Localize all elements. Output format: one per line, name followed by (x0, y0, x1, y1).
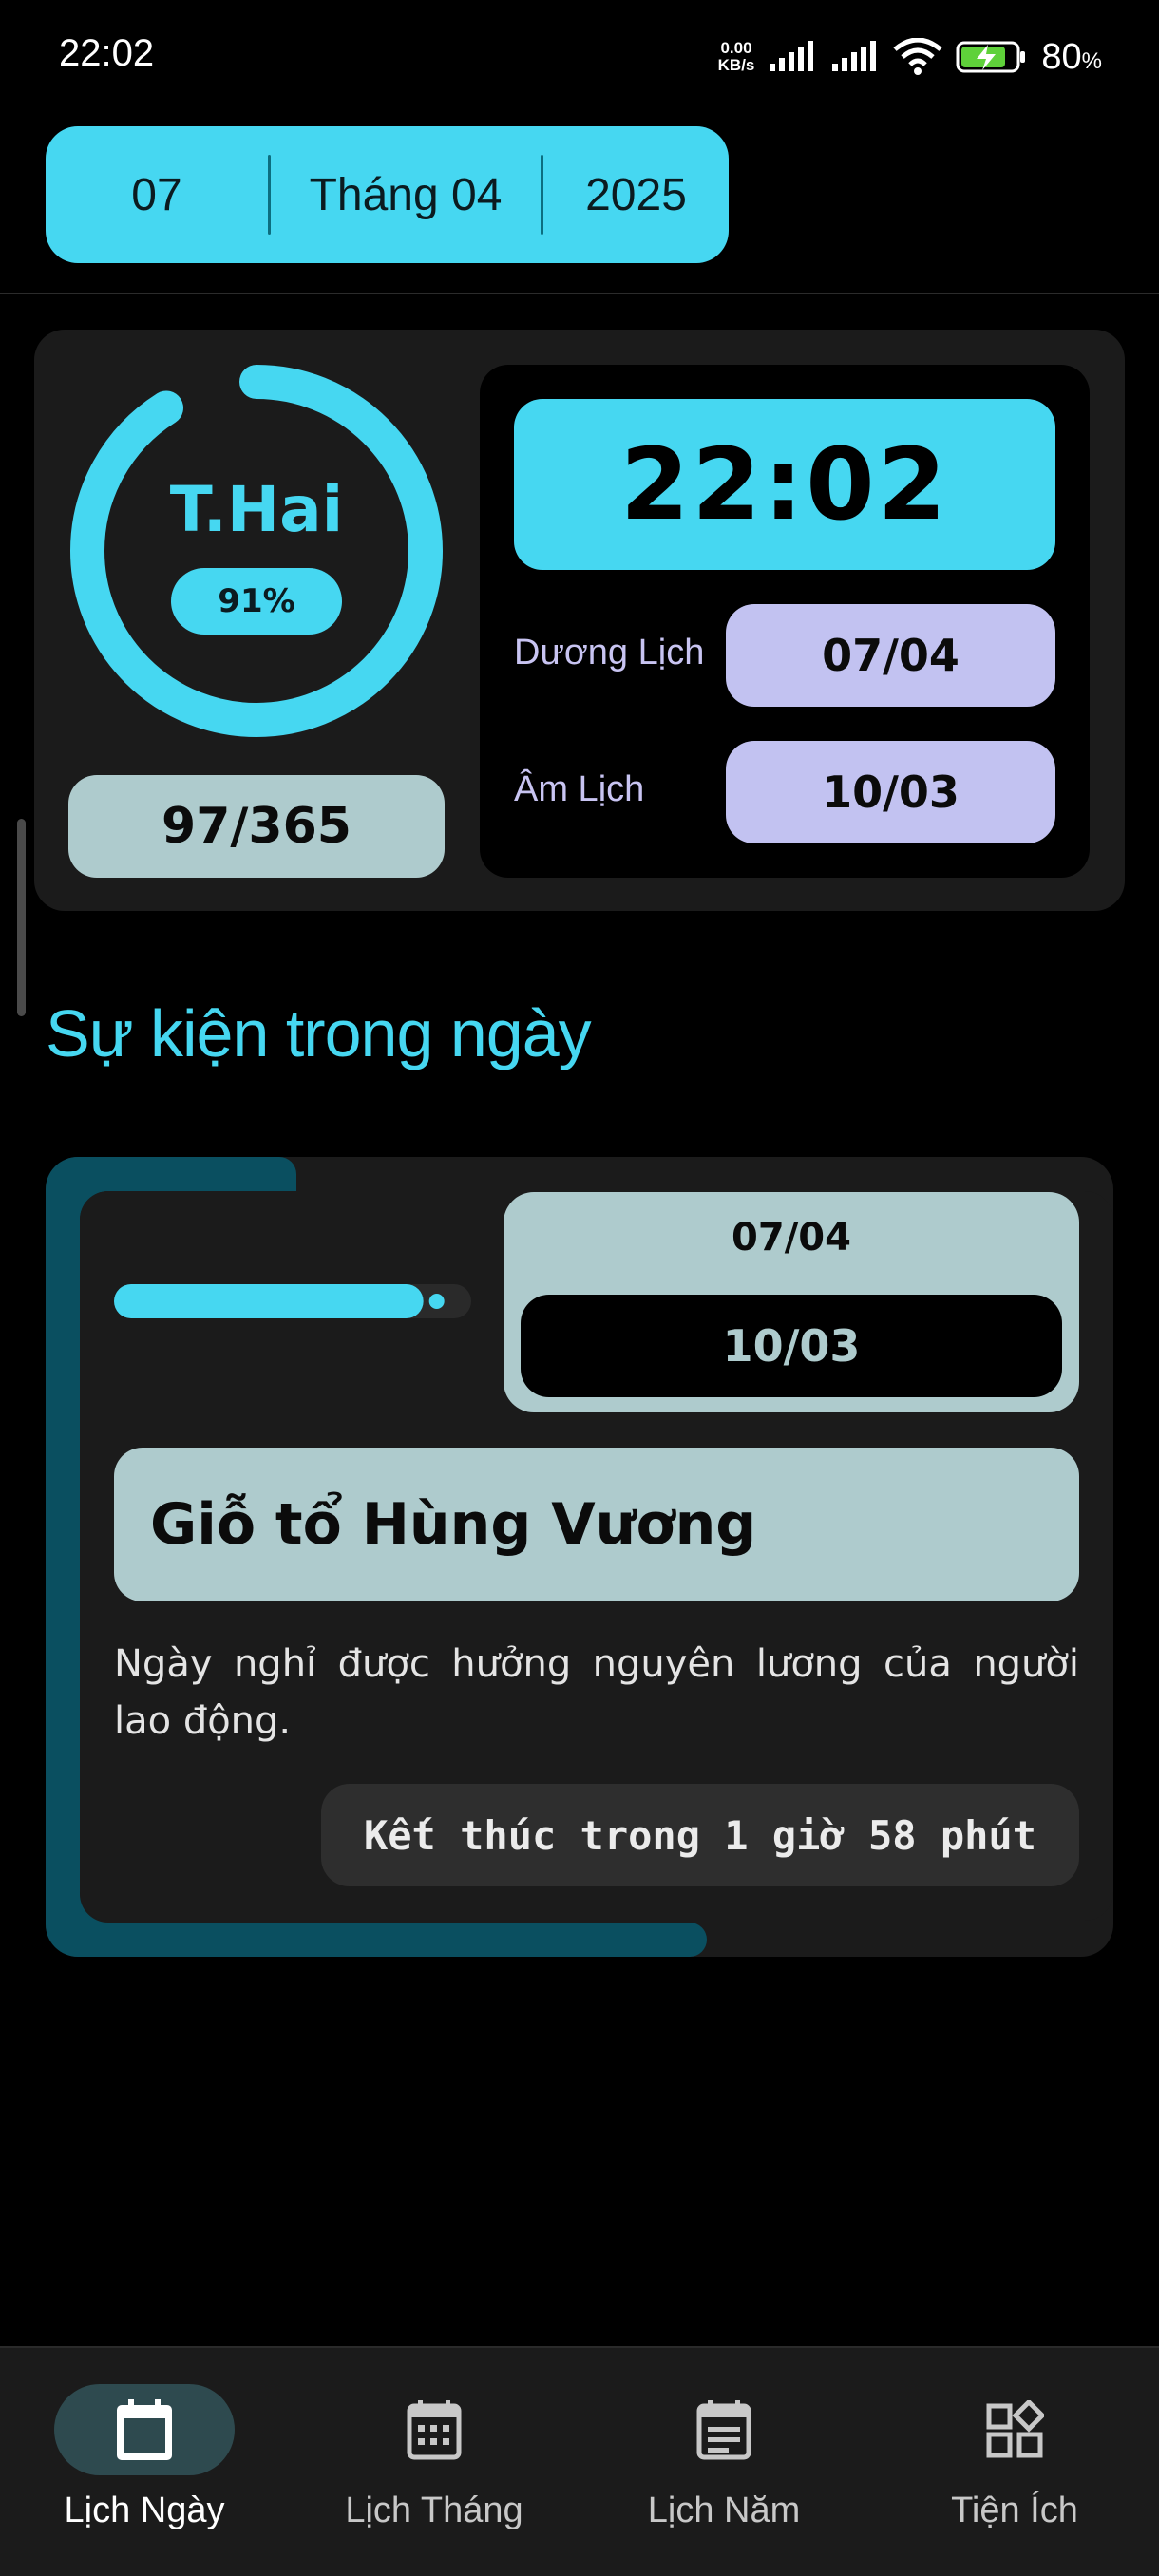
event-countdown: Kết thúc trong 1 giờ 58 phút (321, 1784, 1079, 1886)
nav-label: Tiện Ích (951, 2491, 1078, 2530)
widgets-icon (986, 2400, 1044, 2458)
nav-item-lich-ngay[interactable]: Lịch Ngày (2, 2384, 287, 2546)
nav-indicator (54, 2384, 235, 2475)
event-title: Giỗ tổ Hùng Vương (114, 1448, 1079, 1601)
event-description: Ngày nghỉ được hưởng nguyên lương của ng… (114, 1642, 1079, 1743)
nav-item-tien-ich[interactable]: Tiện Ích (872, 2384, 1157, 2546)
date-selector[interactable]: 07 Tháng 04 2025 (46, 126, 729, 263)
event-progress-bar (114, 1284, 471, 1318)
section-title: Sự kiện trong ngày (46, 996, 592, 1070)
nav-indicator (634, 2384, 814, 2475)
nav-label: Lịch Ngày (64, 2491, 225, 2530)
signal-icon (770, 41, 814, 71)
day-percent-badge: 91% (171, 568, 342, 635)
net-speed: 0.00 KB/s (718, 40, 755, 74)
day-of-year: 97/365 (68, 775, 445, 878)
wifi-icon (893, 38, 942, 75)
nav-indicator (344, 2384, 524, 2475)
day-selector[interactable]: 07 (46, 169, 268, 221)
nav-label: Lịch Tháng (345, 2491, 523, 2530)
lunar-label: Âm Lịch (514, 769, 645, 809)
calendar-month-icon (407, 2400, 462, 2460)
battery-charging-icon (956, 41, 1026, 73)
calendar-day-icon (117, 2399, 172, 2460)
digital-clock: 22:02 (514, 399, 1055, 570)
signal-icon-2 (832, 41, 877, 71)
status-icons: 0.00 KB/s 80% (718, 28, 1102, 85)
battery-percent: 80% (1041, 36, 1102, 77)
solar-date: 07/04 (726, 604, 1055, 707)
month-selector[interactable]: Tháng 04 (271, 169, 541, 221)
lunar-date: 10/03 (726, 741, 1055, 843)
event-lunar-date: 10/03 (521, 1295, 1062, 1397)
event-solar-date: 07/04 (732, 1216, 851, 1260)
calendar-year-icon (696, 2400, 751, 2460)
header-divider (0, 293, 1159, 294)
year-selector[interactable]: 2025 (543, 169, 729, 221)
day-progress-ring (70, 365, 443, 737)
scroll-indicator[interactable] (17, 819, 26, 1016)
net-speed-value: 0.00 (720, 39, 752, 57)
nav-label: Lịch Năm (647, 2491, 801, 2530)
weekday-label: T.Hai (169, 473, 344, 546)
status-time: 22:02 (59, 32, 155, 74)
nav-indicator (924, 2384, 1105, 2475)
nav-item-lich-nam[interactable]: Lịch Năm (581, 2384, 866, 2546)
nav-item-lich-thang[interactable]: Lịch Tháng (292, 2384, 577, 2546)
net-speed-unit: KB/s (717, 56, 755, 74)
solar-label: Dương Lịch (514, 633, 705, 672)
